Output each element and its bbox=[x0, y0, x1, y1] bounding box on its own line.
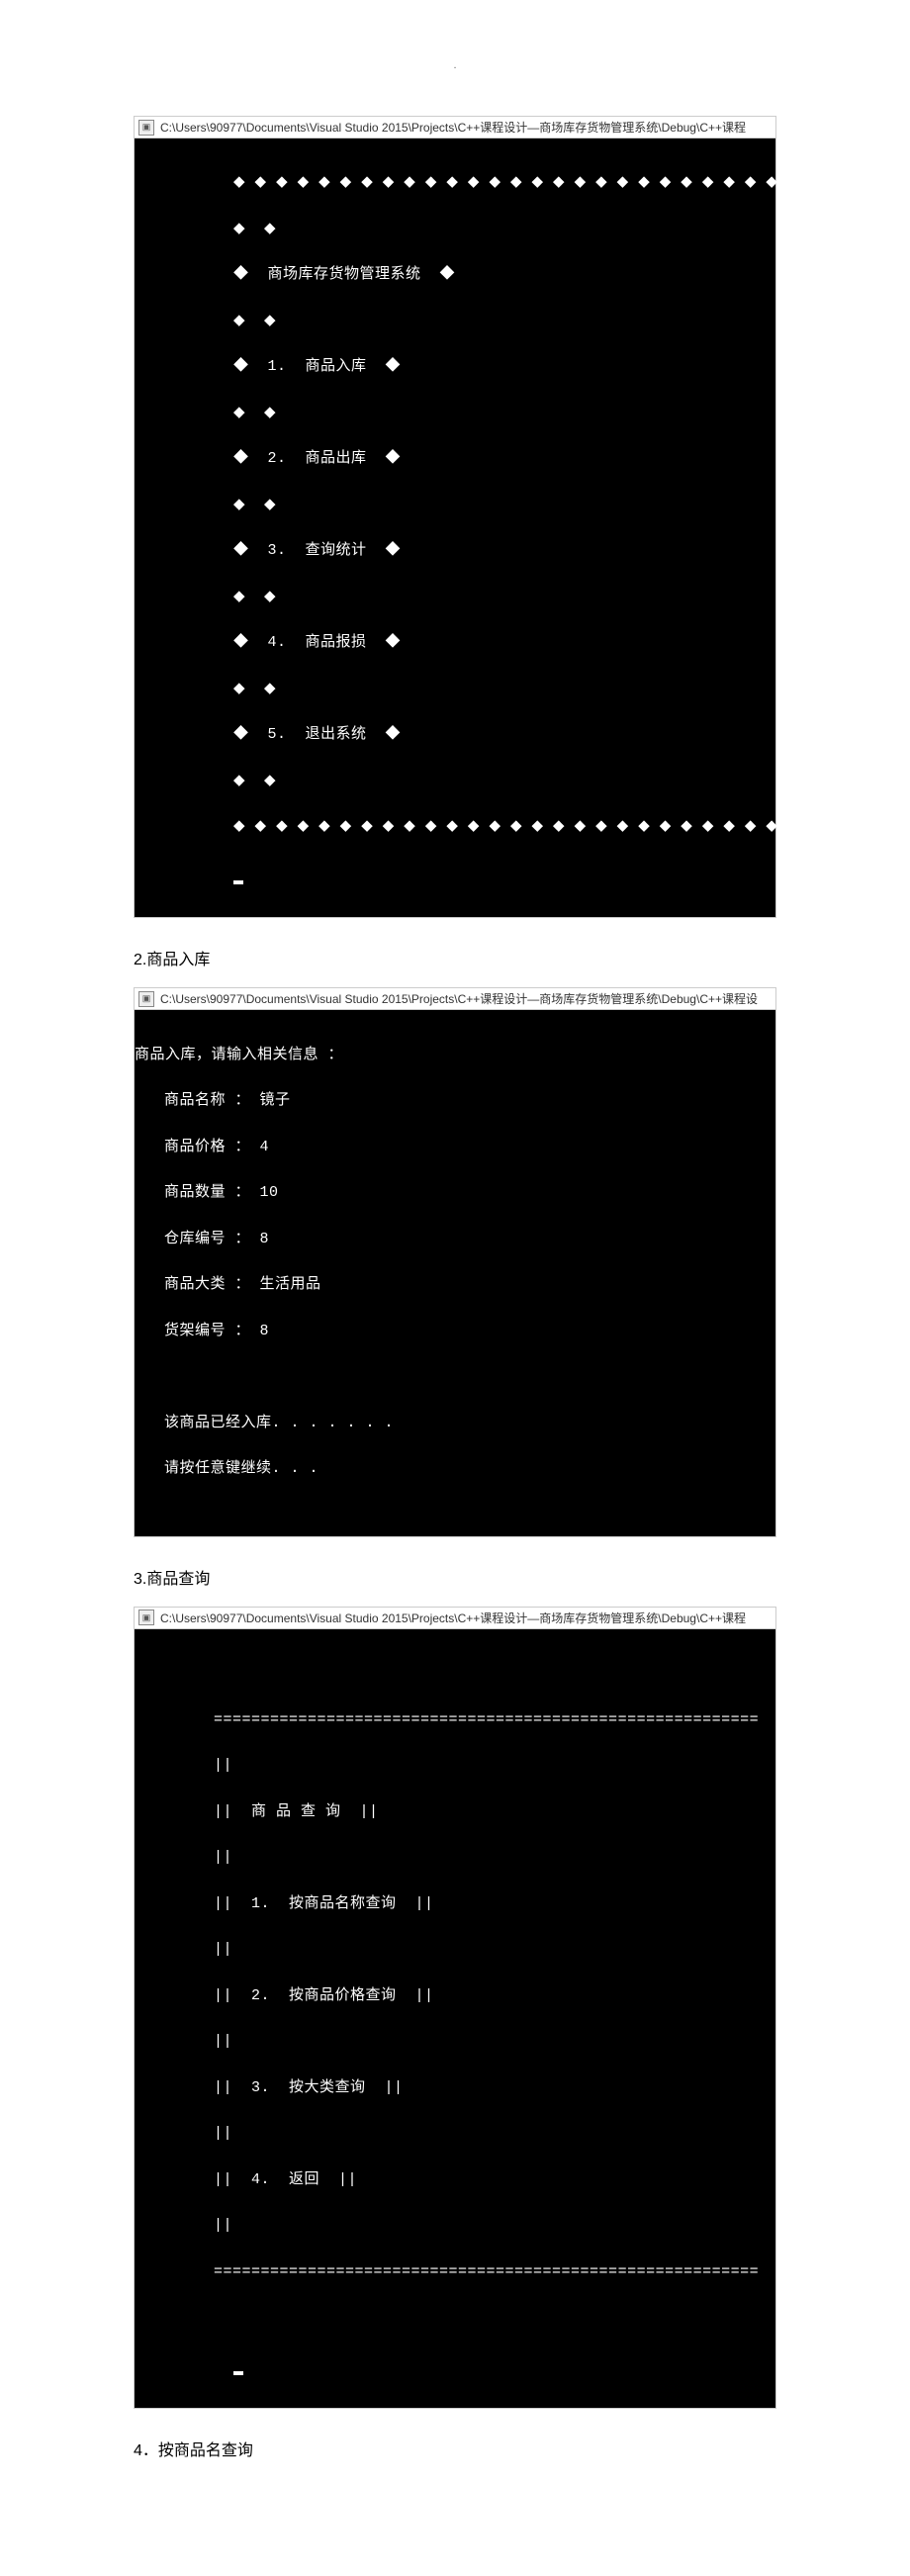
app-icon: ▣ bbox=[138, 991, 154, 1007]
query-item-2: || 2. 按商品价格查询 || bbox=[135, 1984, 775, 2007]
titlebar-3-path: C:\Users\90977\Documents\Visual Studio 2… bbox=[160, 1610, 746, 1626]
field-category: 商品大类 ： 生活用品 bbox=[135, 1273, 775, 1296]
page-content: ▣ C:\Users\90977\Documents\Visual Studio… bbox=[0, 116, 910, 2460]
heading-4: 4．按商品名查询 bbox=[134, 2437, 776, 2460]
menu-sep: || bbox=[135, 2214, 775, 2237]
menu-sep: ◆ ◆ bbox=[135, 586, 775, 608]
border-top: ◆ ◆ ◆ ◆ ◆ ◆ ◆ ◆ ◆ ◆ ◆ ◆ ◆ ◆ ◆ ◆ ◆ ◆ ◆ ◆ … bbox=[135, 171, 775, 194]
menu-sep: ◆ ◆ bbox=[135, 678, 775, 700]
query-title: || 商 品 查 询 || bbox=[135, 1800, 775, 1823]
titlebar-1: ▣ C:\Users\90977\Documents\Visual Studio… bbox=[134, 116, 776, 138]
console-1: ◆ ◆ ◆ ◆ ◆ ◆ ◆ ◆ ◆ ◆ ◆ ◆ ◆ ◆ ◆ ◆ ◆ ◆ ◆ ◆ … bbox=[134, 138, 776, 918]
top-page-marker: . bbox=[0, 59, 910, 71]
menu-item-2: ◆ 2. 商品出库 ◆ bbox=[135, 447, 775, 470]
border-bottom: ========================================… bbox=[135, 2260, 775, 2283]
app-icon: ▣ bbox=[138, 1610, 154, 1625]
menu-sep: || bbox=[135, 1938, 775, 1961]
press-any-key: 请按任意键继续. . . bbox=[135, 1457, 775, 1480]
menu-title: ◆ 商场库存货物管理系统 ◆ bbox=[135, 263, 775, 286]
menu-sep: ◆ ◆ bbox=[135, 494, 775, 516]
console-3: ========================================… bbox=[134, 1628, 776, 2409]
blank bbox=[135, 1365, 775, 1388]
field-price: 商品价格 ： 4 bbox=[135, 1136, 775, 1158]
titlebar-2-path: C:\Users\90977\Documents\Visual Studio 2… bbox=[160, 990, 758, 1007]
cursor bbox=[233, 2371, 243, 2375]
field-shelf: 货架编号 ： 8 bbox=[135, 1320, 775, 1342]
border-bottom: ◆ ◆ ◆ ◆ ◆ ◆ ◆ ◆ ◆ ◆ ◆ ◆ ◆ ◆ ◆ ◆ ◆ ◆ ◆ ◆ … bbox=[135, 815, 775, 838]
titlebar-3: ▣ C:\Users\90977\Documents\Visual Studio… bbox=[134, 1607, 776, 1628]
titlebar-2: ▣ C:\Users\90977\Documents\Visual Studio… bbox=[134, 987, 776, 1009]
blank bbox=[135, 2306, 775, 2329]
titlebar-1-path: C:\Users\90977\Documents\Visual Studio 2… bbox=[160, 119, 746, 136]
menu-sep: || bbox=[135, 1846, 775, 1869]
menu-item-1: ◆ 1. 商品入库 ◆ bbox=[135, 355, 775, 378]
field-quantity: 商品数量 ： 10 bbox=[135, 1181, 775, 1204]
menu-sep: ◆ ◆ bbox=[135, 402, 775, 424]
query-item-3: || 3. 按大类查询 || bbox=[135, 2076, 775, 2099]
menu-sep: || bbox=[135, 2122, 775, 2145]
field-name: 商品名称 ： 镜子 bbox=[135, 1089, 775, 1112]
border-top: ========================================… bbox=[135, 1708, 775, 1731]
menu-sep: ◆ ◆ bbox=[135, 310, 775, 332]
console-2: 商品入库，请输入相关信息 ： 商品名称 ： 镜子 商品价格 ： 4 商品数量 ：… bbox=[134, 1009, 776, 1537]
heading-2: 2.商品入库 bbox=[134, 946, 776, 969]
menu-sep: ◆ ◆ bbox=[135, 770, 775, 792]
blank bbox=[135, 1662, 775, 1685]
heading-3: 3.商品查询 bbox=[134, 1565, 776, 1589]
query-item-4: || 4. 返回 || bbox=[135, 2168, 775, 2191]
input-prompt: 商品入库，请输入相关信息 ： bbox=[135, 1044, 775, 1066]
menu-item-5: ◆ 5. 退出系统 ◆ bbox=[135, 723, 775, 746]
menu-sep: || bbox=[135, 1754, 775, 1777]
status-saved: 该商品已经入库. . . . . . . bbox=[135, 1412, 775, 1434]
app-icon: ▣ bbox=[138, 120, 154, 136]
field-warehouse: 仓库编号 ： 8 bbox=[135, 1228, 775, 1250]
menu-item-3: ◆ 3. 查询统计 ◆ bbox=[135, 539, 775, 562]
menu-sep: || bbox=[135, 2030, 775, 2053]
query-item-1: || 1. 按商品名称查询 || bbox=[135, 1892, 775, 1915]
menu-item-4: ◆ 4. 商品报损 ◆ bbox=[135, 631, 775, 654]
menu-sep: ◆ ◆ bbox=[135, 218, 775, 240]
cursor bbox=[233, 880, 243, 884]
